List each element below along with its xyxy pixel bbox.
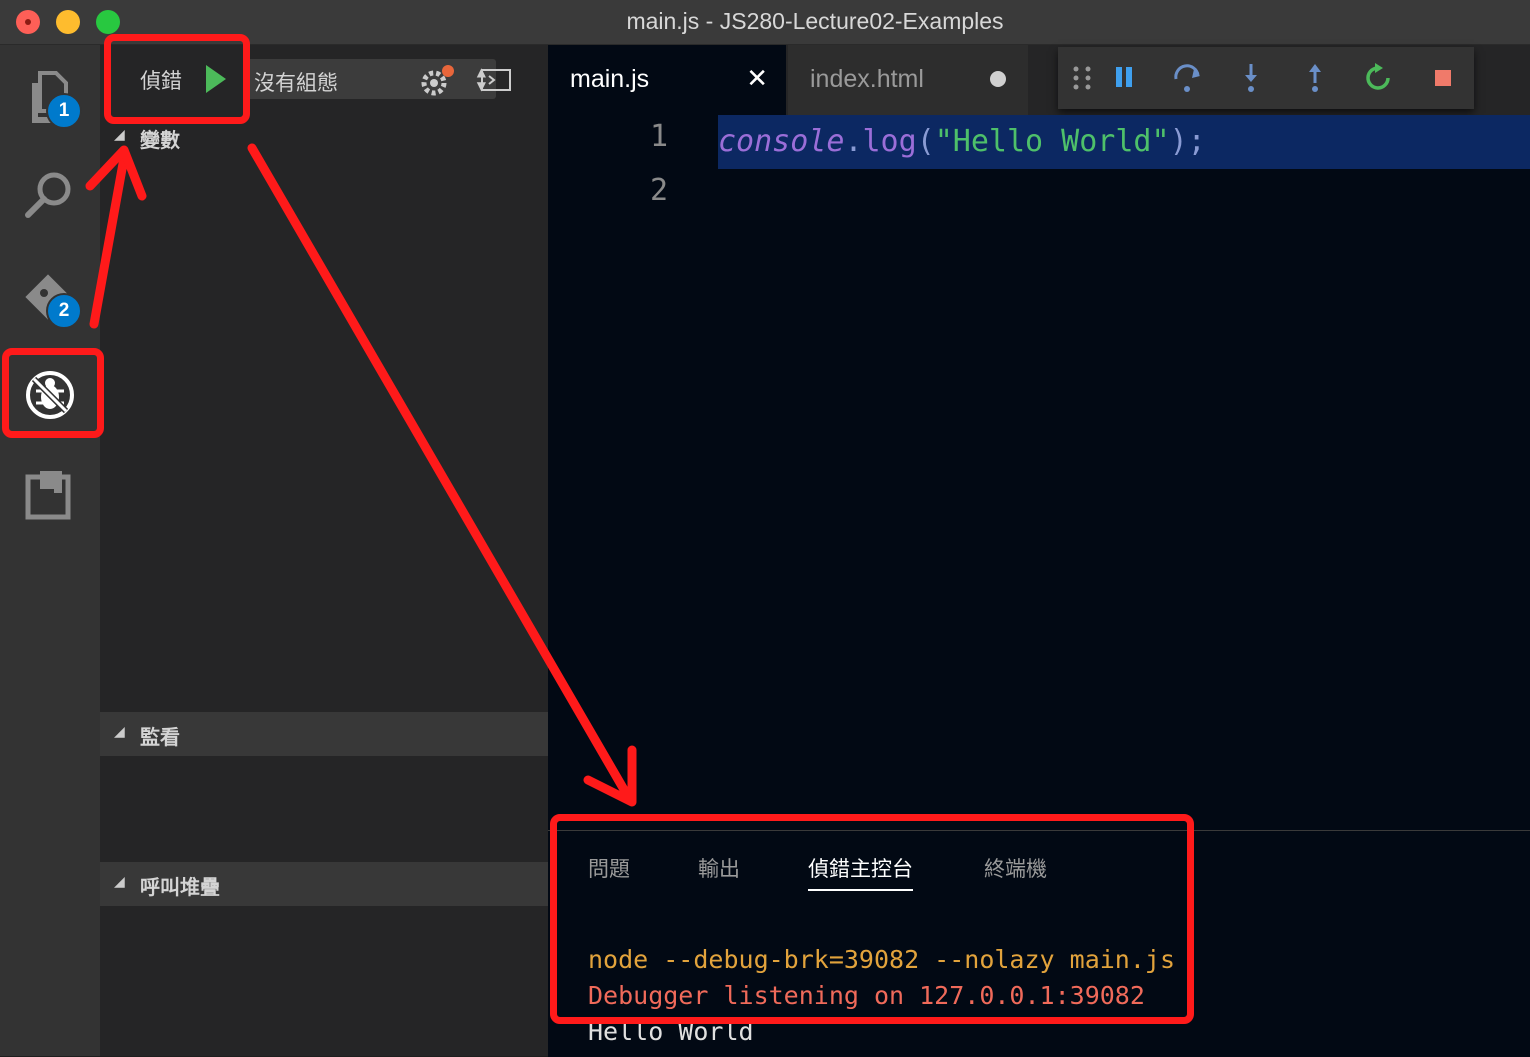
tab-main-js[interactable]: main.js ✕ [548, 45, 786, 115]
code-close: ); [1169, 124, 1206, 159]
search-icon [25, 172, 71, 218]
code-open-paren: ( [916, 124, 935, 159]
pause-icon[interactable] [1108, 61, 1142, 95]
restart-icon[interactable] [1362, 61, 1396, 95]
annotation-box-debug-icon [2, 348, 104, 438]
explorer-button[interactable]: 1 [18, 67, 82, 131]
explorer-badge: 1 [46, 93, 82, 129]
stop-icon[interactable] [1426, 61, 1460, 95]
code-dot: . [844, 124, 863, 159]
call-stack-section-header[interactable]: ◢ 呼叫堆疊 [100, 862, 548, 906]
collapse-triangle-icon: ◢ [114, 724, 125, 740]
step-over-icon[interactable] [1170, 61, 1204, 95]
editor-tabs: main.js ✕ index.html [548, 45, 1530, 115]
debug-sidebar: 偵錯 沒有組態 ▲ ▼ ◢ 變數 ◢ 監看 ◢ 呼叫堆疊 [100, 45, 548, 1056]
step-into-icon[interactable] [1234, 61, 1268, 95]
tab-label: index.html [810, 65, 924, 93]
config-select[interactable]: 沒有組態 ▲ ▼ [246, 59, 496, 99]
debug-actions-toolbar [1058, 47, 1474, 109]
tab-label: main.js [570, 65, 650, 93]
code-function: log [862, 124, 917, 159]
drag-handle-icon[interactable] [1066, 61, 1100, 95]
code-string: "Hello World" [934, 124, 1170, 159]
collapse-triangle-icon: ◢ [114, 127, 125, 143]
config-select-value: 沒有組態 [254, 71, 338, 95]
source-control-button[interactable]: 2 [18, 267, 82, 331]
watch-label: 監看 [140, 725, 180, 749]
code-line-empty[interactable] [718, 169, 1530, 223]
scm-badge: 2 [46, 293, 82, 329]
close-tab-icon[interactable]: ✕ [746, 63, 768, 94]
extensions-icon [25, 471, 71, 520]
variables-label: 變數 [140, 128, 180, 152]
extensions-button[interactable] [18, 463, 82, 527]
search-button[interactable] [18, 163, 82, 227]
open-console-icon[interactable] [480, 67, 512, 93]
line-number: 2 [649, 173, 668, 208]
code-object: console [718, 124, 845, 159]
modified-dot-icon[interactable] [990, 71, 1006, 87]
collapse-triangle-icon: ◢ [114, 874, 125, 890]
code-line[interactable]: console.log("Hello World"); [718, 115, 1530, 169]
step-out-icon[interactable] [1298, 61, 1332, 95]
watch-section-header[interactable]: ◢ 監看 [100, 712, 548, 756]
tab-index-html[interactable]: index.html [788, 45, 1028, 115]
annotation-box-debug-start [104, 34, 250, 124]
line-number: 1 [649, 119, 668, 154]
activity-bar: 1 2 [0, 45, 100, 1056]
gear-icon[interactable] [418, 63, 458, 99]
call-stack-label: 呼叫堆疊 [140, 875, 220, 899]
window-title: main.js - JS280-Lecture02-Examples [626, 8, 1004, 34]
annotation-box-debug-console [550, 814, 1194, 1024]
